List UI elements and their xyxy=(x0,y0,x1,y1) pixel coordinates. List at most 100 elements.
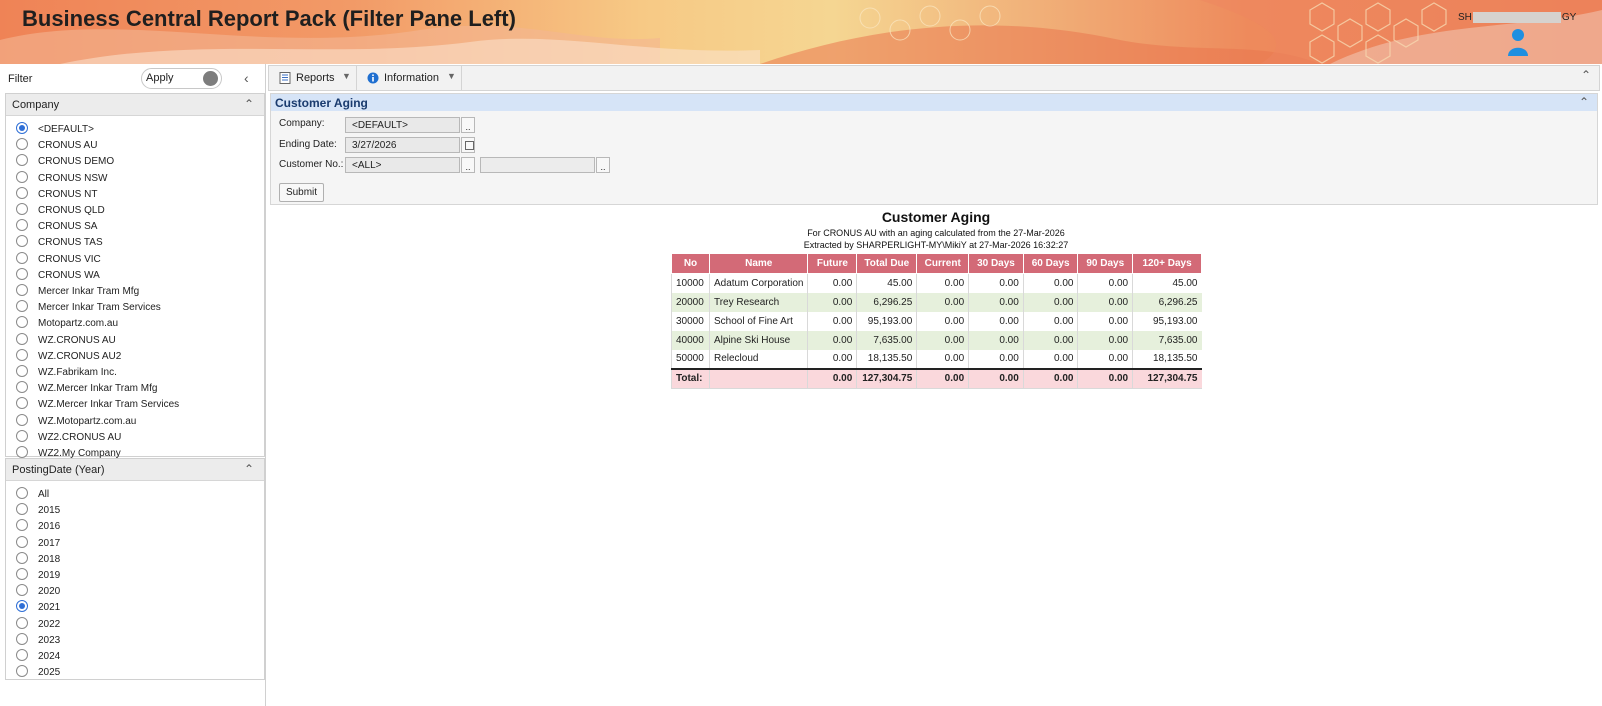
total-cell: 127,304.75 xyxy=(1132,367,1202,389)
radio-icon[interactable] xyxy=(16,535,28,548)
column-header: Total Due xyxy=(856,253,918,274)
radio-icon[interactable] xyxy=(16,487,28,499)
customer-no-to-field[interactable] xyxy=(480,157,595,173)
table-cell: Trey Research xyxy=(708,292,808,312)
company-lookup-button[interactable]: .. xyxy=(461,117,475,133)
radio-icon[interactable] xyxy=(16,503,28,516)
radio-icon[interactable] xyxy=(16,332,28,345)
radio-icon[interactable] xyxy=(16,446,28,458)
radio-label: CRONUS TAS xyxy=(38,237,103,249)
radio-label: WZ.Motopartz.com.au xyxy=(38,415,137,427)
radio-label: 2021 xyxy=(38,602,61,614)
radio-icon[interactable] xyxy=(16,203,28,215)
table-cell: 0.00 xyxy=(1077,311,1133,331)
table-cell: 0.00 xyxy=(916,330,969,350)
table-cell: 0.00 xyxy=(807,292,857,312)
customer-no-label: Customer No.: xyxy=(279,159,344,170)
submit-button[interactable]: Submit xyxy=(279,183,324,202)
table-cell: 0.00 xyxy=(968,349,1024,369)
radio-icon[interactable] xyxy=(16,649,28,661)
radio-icon[interactable] xyxy=(16,235,28,248)
table-cell: 0.00 xyxy=(807,311,857,331)
table-cell: 45.00 xyxy=(856,273,917,293)
radio-icon[interactable] xyxy=(16,584,28,597)
table-row: 10000 Adatum Corporation 0.00 45.00 0.00 0.00… xyxy=(671,273,1202,293)
table-cell: 0.00 xyxy=(807,273,857,293)
radio-selected-icon[interactable] xyxy=(16,600,28,613)
calendar-icon[interactable] xyxy=(461,137,475,153)
total-cell: 0.00 xyxy=(916,367,969,389)
report-icon xyxy=(279,72,291,84)
radio-label: 2020 xyxy=(38,586,61,598)
radio-icon[interactable] xyxy=(16,316,28,329)
information-menu-button[interactable]: Information ▼ xyxy=(357,66,462,90)
radio-icon[interactable] xyxy=(16,348,28,361)
customer-to-lookup-button[interactable]: .. xyxy=(596,157,610,173)
radio-icon[interactable] xyxy=(16,616,28,629)
table-cell: 40000 xyxy=(671,330,710,350)
table-cell: 0.00 xyxy=(1077,273,1133,293)
pane-splitter[interactable] xyxy=(265,64,266,706)
table-cell: 0.00 xyxy=(968,292,1024,312)
radio-label: WZ.Mercer Inkar Tram Services xyxy=(38,399,180,411)
radio-icon[interactable] xyxy=(16,219,28,232)
radio-icon[interactable] xyxy=(16,397,28,410)
total-cell: Total: xyxy=(671,367,710,389)
report-subtitle: For CRONUS AU with an aging calculated f… xyxy=(807,228,1065,238)
page-title: Business Central Report Pack (Filter Pan… xyxy=(22,6,516,31)
radio-icon[interactable] xyxy=(16,138,28,151)
radio-icon[interactable] xyxy=(16,267,28,280)
radio-icon[interactable] xyxy=(16,381,28,394)
radio-icon[interactable] xyxy=(16,429,28,442)
table-cell: 0.00 xyxy=(916,349,969,369)
column-header: No xyxy=(671,253,710,274)
radio-icon[interactable] xyxy=(16,551,28,564)
company-field[interactable]: <DEFAULT> xyxy=(345,117,460,133)
radio-icon[interactable] xyxy=(16,251,28,264)
radio-icon[interactable] xyxy=(16,186,28,199)
company-panel-header[interactable]: Company ⌃ xyxy=(6,94,264,116)
posting-date-panel-header[interactable]: PostingDate (Year) ⌃ xyxy=(6,459,264,481)
radio-icon[interactable] xyxy=(16,170,28,183)
radio-icon[interactable] xyxy=(16,154,28,167)
radio-icon[interactable] xyxy=(16,365,28,377)
criteria-title: Customer Aging xyxy=(275,96,368,110)
radio-icon[interactable] xyxy=(16,413,28,426)
table-cell: 0.00 xyxy=(807,349,857,369)
column-header: 90 Days xyxy=(1077,253,1134,274)
table-cell: 6,296.25 xyxy=(1132,292,1202,312)
table-cell: 45.00 xyxy=(1132,273,1202,293)
chevron-up-icon[interactable]: ⌃ xyxy=(244,97,254,111)
radio-icon[interactable] xyxy=(16,300,28,313)
table-cell: 6,296.25 xyxy=(856,292,917,312)
radio-icon[interactable] xyxy=(16,519,28,532)
chevron-left-icon[interactable]: ‹ xyxy=(244,70,249,86)
radio-label: CRONUS NSW xyxy=(38,172,108,184)
customer-no-field[interactable]: <ALL> xyxy=(345,157,460,173)
chevron-up-icon[interactable]: ⌃ xyxy=(1581,68,1591,82)
user-icon[interactable] xyxy=(1507,28,1529,56)
customer-lookup-button[interactable]: .. xyxy=(461,157,475,173)
table-cell: 0.00 xyxy=(1077,349,1133,369)
table-cell: 0.00 xyxy=(1022,349,1078,369)
header-banner: Business Central Report Pack (Filter Pan… xyxy=(0,0,1602,64)
chevron-up-icon[interactable]: ⌃ xyxy=(1579,95,1589,109)
table-row: 30000 School of Fine Art 0.00 95,193.00 0.00… xyxy=(671,311,1202,331)
company-filter-panel: Company ⌃ <DEFAULT> CRONUS AU CRONUS DEMO C… xyxy=(5,93,265,459)
ending-date-field[interactable]: 3/27/2026 xyxy=(345,137,460,153)
table-cell: 30000 xyxy=(671,311,710,331)
radio-icon[interactable] xyxy=(16,665,28,678)
reports-menu-button[interactable]: Reports ▼ xyxy=(269,66,357,90)
column-header: 30 Days xyxy=(968,253,1024,274)
table-cell: 0.00 xyxy=(968,330,1024,350)
table-row: 40000 Alpine Ski House 0.00 7,635.00 0.00 0.0… xyxy=(671,330,1202,350)
apply-toggle[interactable]: Apply xyxy=(141,68,222,89)
radio-label: CRONUS SA xyxy=(38,221,98,233)
chevron-up-icon[interactable]: ⌃ xyxy=(244,462,254,476)
radio-icon[interactable] xyxy=(16,284,28,296)
column-header: 120+ Days xyxy=(1132,253,1202,274)
total-cell: 0.00 xyxy=(1022,367,1078,389)
radio-icon[interactable] xyxy=(16,632,28,645)
radio-selected-icon[interactable] xyxy=(16,122,28,134)
radio-icon[interactable] xyxy=(16,568,28,580)
